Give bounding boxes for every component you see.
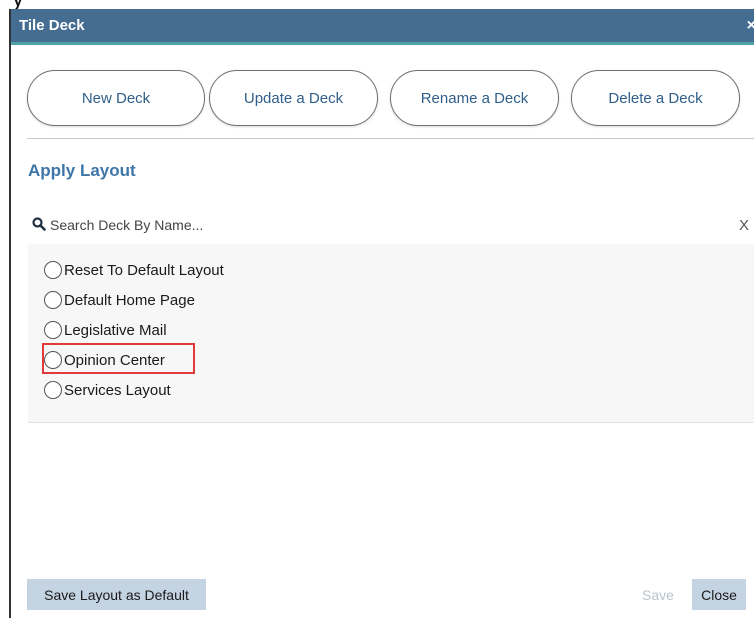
apply-layout-heading: Apply Layout <box>28 161 136 180</box>
layout-option-label: Default Home Page <box>64 291 195 309</box>
radio-button[interactable] <box>44 291 62 309</box>
dialog-titlebar: Tile Deck × <box>11 9 754 45</box>
radio-button[interactable] <box>44 381 62 399</box>
update-deck-button[interactable]: Update a Deck <box>209 70 378 126</box>
save-button[interactable]: Save <box>633 579 683 610</box>
search-input[interactable] <box>50 212 720 238</box>
rename-deck-button[interactable]: Rename a Deck <box>390 70 559 126</box>
tile-deck-dialog: Tile Deck × New Deck Update a Deck Renam… <box>9 9 754 618</box>
dialog-title: Tile Deck <box>19 17 85 34</box>
layout-option[interactable]: Default Home Page <box>44 289 195 311</box>
layout-option[interactable]: Services Layout <box>44 379 171 401</box>
search-icon <box>32 217 46 231</box>
divider <box>27 138 754 139</box>
layout-option-label: Services Layout <box>64 381 171 399</box>
layout-list: Reset To Default Layout Default Home Pag… <box>28 244 754 423</box>
highlight-annotation <box>42 343 195 374</box>
layout-option-label: Reset To Default Layout <box>64 261 224 279</box>
close-icon[interactable]: × <box>747 9 754 43</box>
layout-option-label: Legislative Mail <box>64 321 167 339</box>
new-deck-button[interactable]: New Deck <box>27 70 205 126</box>
clear-search-button[interactable]: X <box>739 217 749 234</box>
deck-search-bar: X <box>28 208 754 245</box>
radio-button[interactable] <box>44 261 62 279</box>
layout-option[interactable]: Reset To Default Layout <box>44 259 224 281</box>
radio-button[interactable] <box>44 321 62 339</box>
save-layout-default-button[interactable]: Save Layout as Default <box>27 579 206 610</box>
delete-deck-button[interactable]: Delete a Deck <box>571 70 740 126</box>
close-button[interactable]: Close <box>692 579 746 610</box>
layout-option[interactable]: Legislative Mail <box>44 319 167 341</box>
